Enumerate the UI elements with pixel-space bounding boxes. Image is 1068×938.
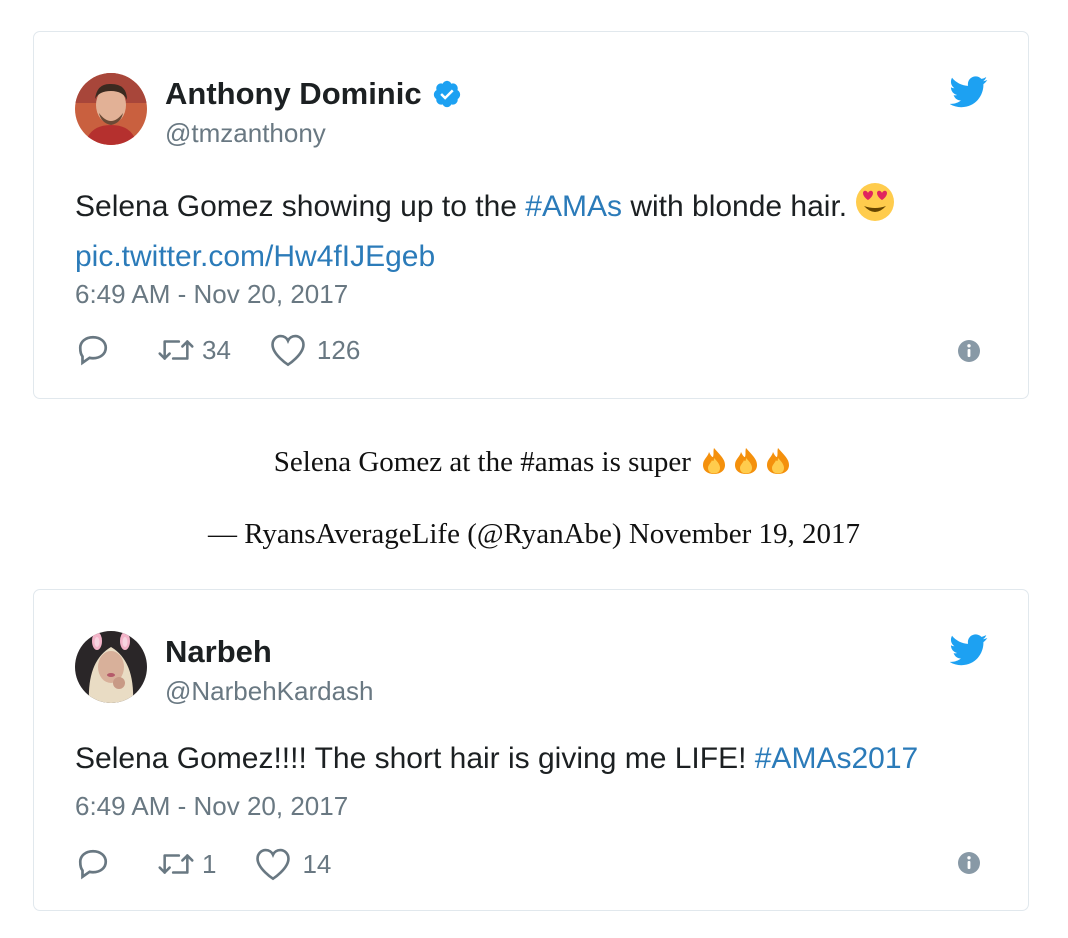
tweet-text-body: Selena Gomez showing up to the (75, 190, 526, 223)
user-handle[interactable]: @tmzanthony (165, 118, 326, 149)
tweet-text-body: Selena Gomez!!!! The short hair is givin… (75, 742, 755, 775)
avatar[interactable] (75, 73, 147, 145)
tweet-text: Selena Gomez!!!! The short hair is givin… (75, 737, 995, 781)
hashtag-link[interactable]: #AMAs (525, 190, 622, 223)
reply-button[interactable] (75, 846, 111, 882)
user-name-text[interactable]: Narbeh (165, 634, 272, 670)
smiling-face-with-heart-eyes-emoji-icon (855, 182, 895, 235)
retweet-button[interactable]: 34 (156, 333, 231, 367)
verified-badge-icon (432, 79, 462, 109)
action-bar: 34 126 (75, 330, 360, 370)
user-handle[interactable]: @NarbehKardash (165, 676, 374, 707)
user-name[interactable]: Anthony Dominic (165, 76, 462, 112)
avatar[interactable] (75, 631, 147, 703)
pic-link[interactable]: pic.twitter.com/Hw4fIJEgeb (75, 240, 435, 273)
tweet-text-body: with blonde hair. (621, 190, 848, 223)
timestamp[interactable]: 6:49 AM - Nov 20, 2017 (75, 791, 348, 822)
retweet-count: 1 (202, 848, 217, 879)
reply-icon (75, 332, 111, 368)
heart-icon (269, 333, 307, 367)
quote-attribution[interactable]: — RyansAverageLife (@RyanAbe) November 1… (0, 518, 1068, 551)
twitter-bird-icon[interactable] (949, 634, 988, 666)
like-count: 126 (316, 334, 361, 365)
like-button[interactable]: 14 (254, 847, 331, 881)
info-icon[interactable] (957, 851, 981, 875)
user-name[interactable]: Narbeh (165, 634, 272, 670)
fire-emoji-icon (700, 446, 794, 482)
retweet-icon (156, 847, 196, 881)
tweet-card[interactable]: Anthony Dominic @tmzanthony Selena Gomez… (33, 31, 1029, 399)
heart-icon (254, 847, 292, 881)
tweet-card[interactable]: Narbeh @NarbehKardash Selena Gomez!!!! T… (33, 589, 1029, 911)
reply-button[interactable] (75, 332, 111, 368)
like-button[interactable]: 126 (269, 333, 360, 367)
quote-text: Selena Gomez at the #amas is super (273, 446, 691, 478)
reply-icon (75, 846, 111, 882)
embedded-tweet-quote: Selena Gomez at the #amas is super (0, 446, 1068, 482)
retweet-button[interactable]: 1 (156, 847, 216, 881)
twitter-bird-icon[interactable] (949, 76, 988, 108)
timestamp[interactable]: 6:49 AM - Nov 20, 2017 (75, 279, 348, 310)
info-icon[interactable] (957, 339, 981, 363)
retweet-count: 34 (202, 334, 231, 365)
hashtag-link[interactable]: #AMAs2017 (755, 742, 918, 775)
user-name-text[interactable]: Anthony Dominic (165, 76, 422, 112)
action-bar: 1 14 (75, 844, 331, 884)
like-count: 14 (302, 848, 332, 879)
tweet-text: Selena Gomez showing up to the #AMAs wit… (75, 182, 995, 279)
retweet-icon (156, 333, 196, 367)
